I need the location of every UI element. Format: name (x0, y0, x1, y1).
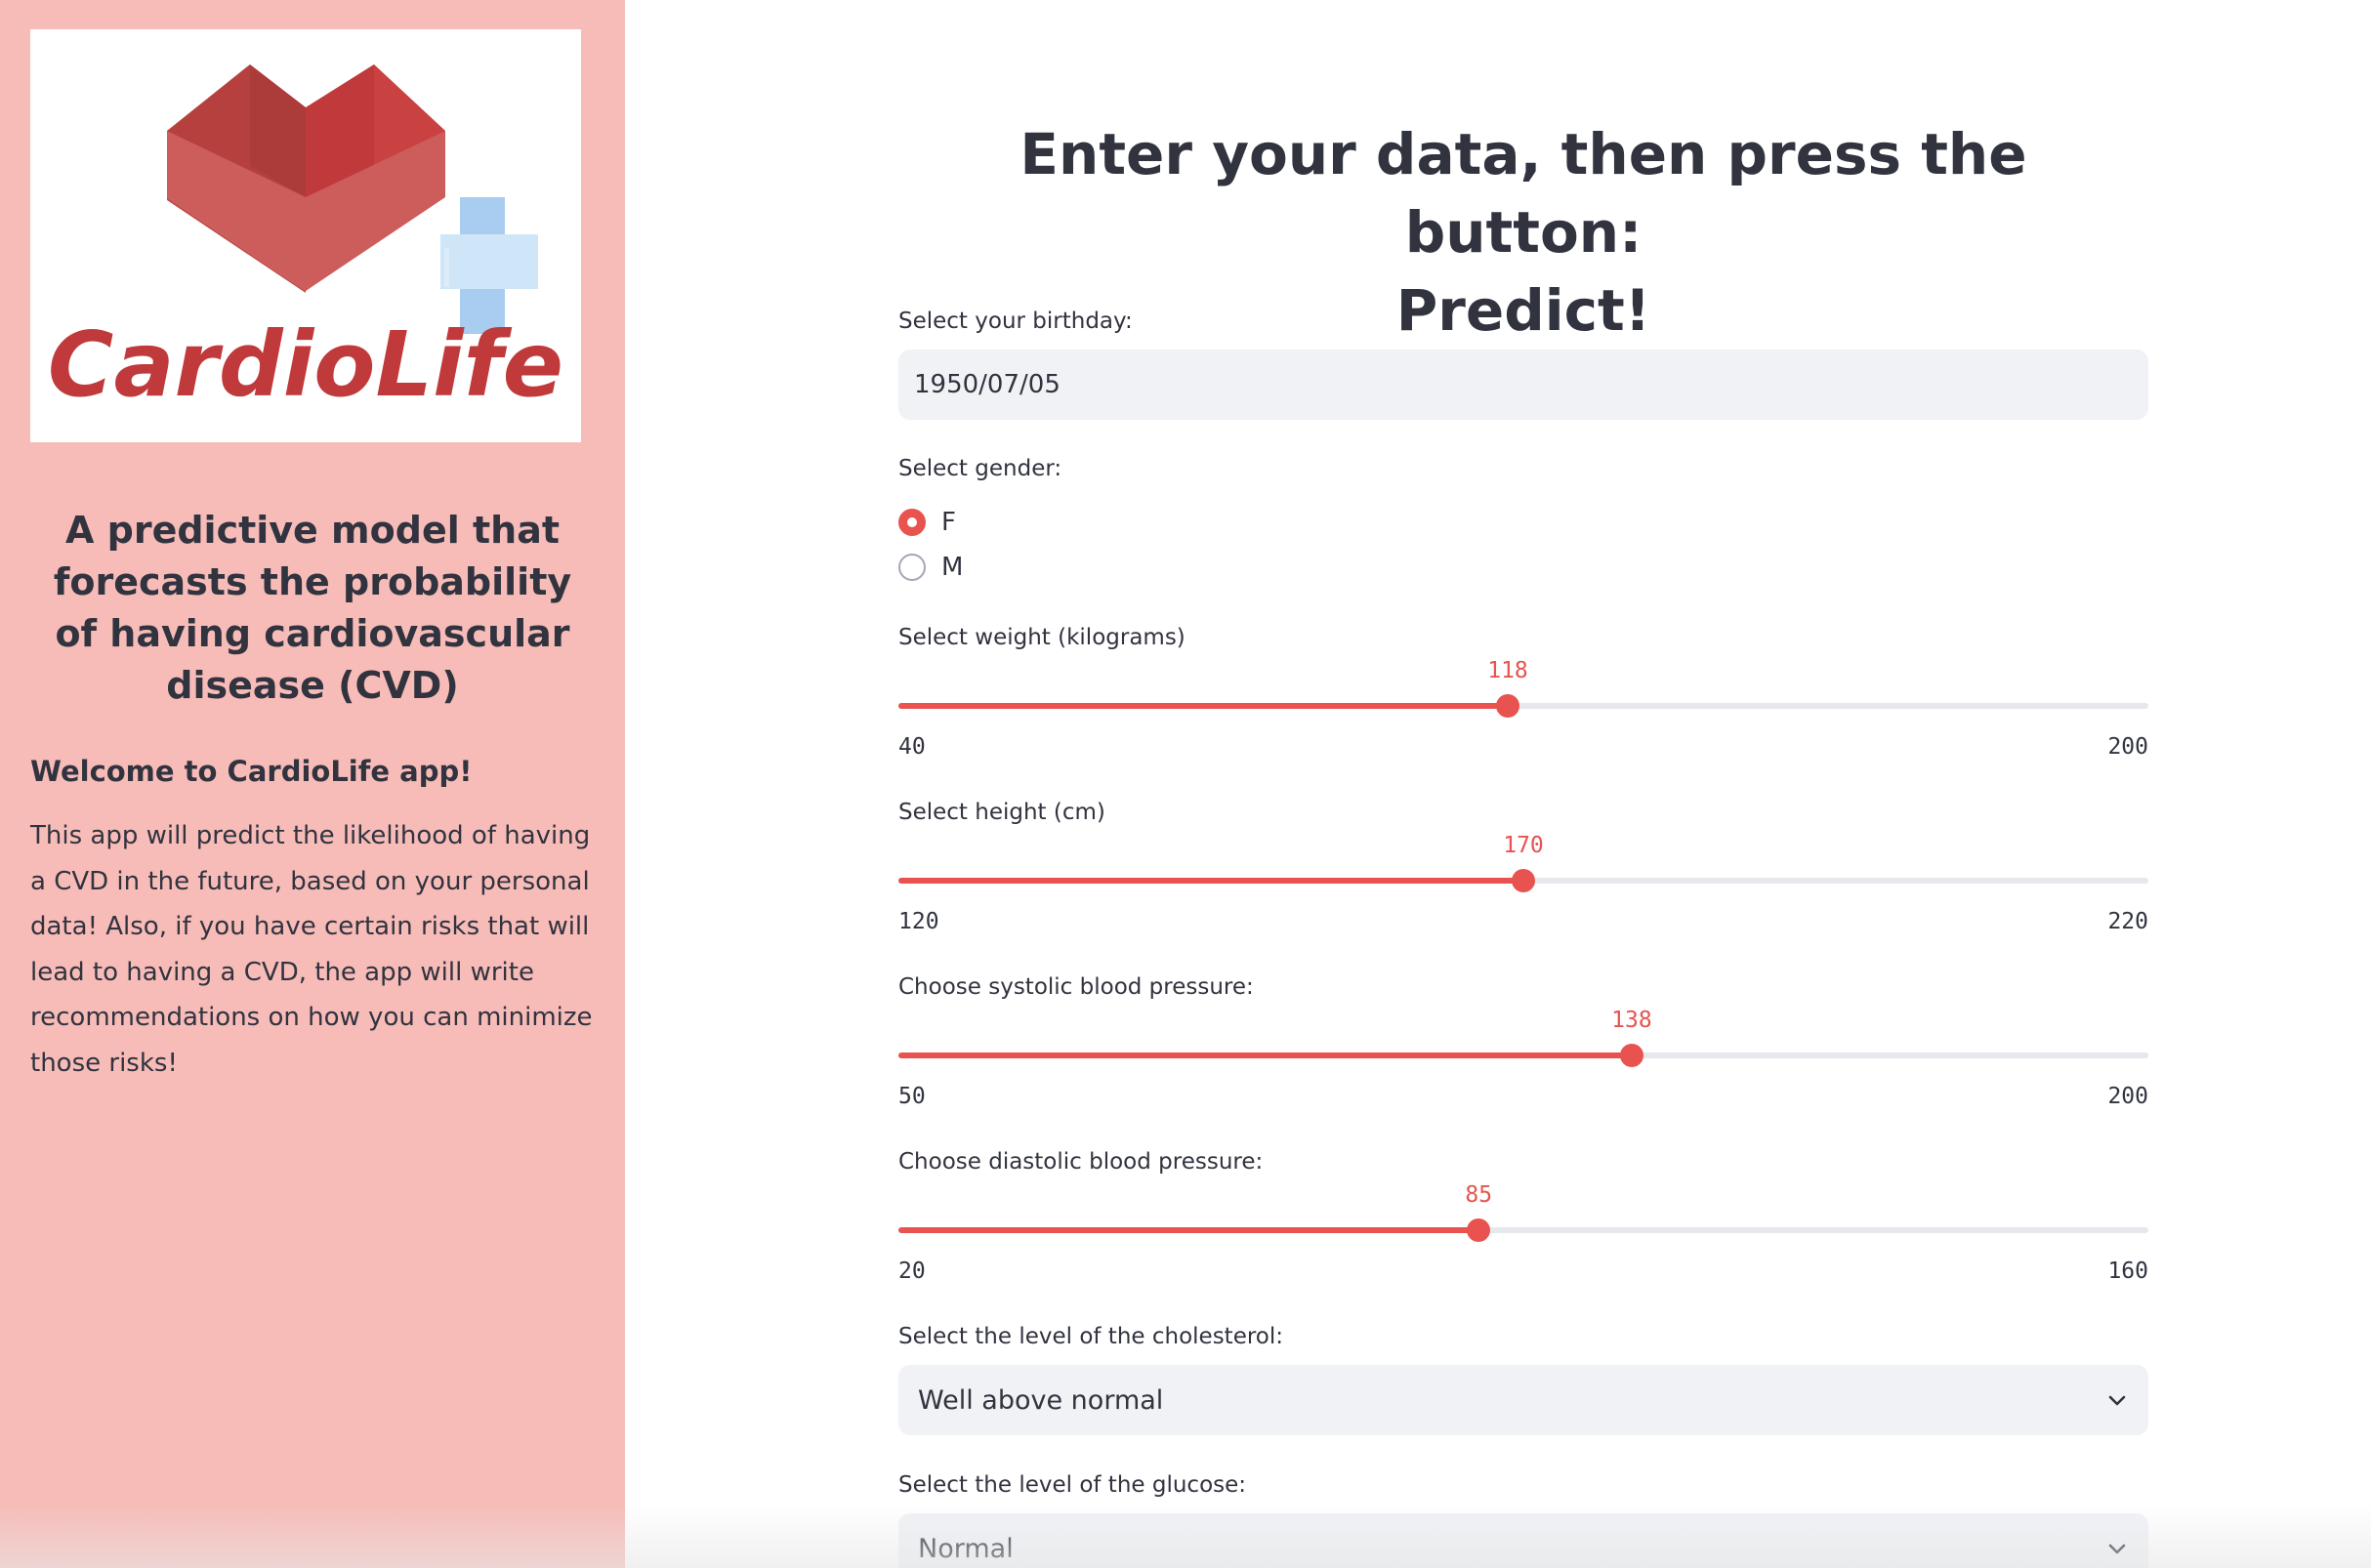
slider-max: 200 (2107, 734, 2148, 760)
slider-value: 118 (1487, 658, 1528, 683)
heart-logo-icon: CardioLife (48, 64, 563, 417)
app-description: This app will predict the likelihood of … (30, 821, 593, 1078)
gender-option-m-label: M (941, 553, 964, 582)
slider-min: 20 (898, 1259, 926, 1284)
radio-unselected-icon[interactable] (898, 554, 926, 581)
gender-label: Select gender: (898, 456, 1062, 481)
weight-slider[interactable]: 118 40 200 (898, 658, 2148, 765)
cholesterol-select[interactable]: Well above normal (898, 1365, 2148, 1435)
height-label: Select height (cm) (898, 800, 1105, 825)
glucose-label: Select the level of the glucose: (898, 1472, 1247, 1498)
slider-value: 85 (1465, 1182, 1493, 1208)
slider-fill (898, 878, 1523, 884)
slider-fill (898, 1052, 1632, 1058)
slider-fill (898, 703, 1508, 709)
birthday-date-input[interactable]: 1950/07/05 (898, 350, 2148, 420)
cholesterol-selected-value: Well above normal (918, 1384, 1164, 1416)
glucose-selected-value: Normal (918, 1533, 1014, 1564)
slider-max: 220 (2107, 909, 2148, 934)
slider-value: 170 (1503, 833, 1544, 858)
slider-min: 40 (898, 734, 926, 760)
slider-thumb[interactable] (1619, 1044, 1643, 1067)
svg-text:CardioLife: CardioLife (48, 312, 563, 417)
height-slider[interactable]: 170 120 220 (898, 833, 2148, 940)
slider-thumb[interactable] (1467, 1218, 1491, 1242)
systolic-slider[interactable]: 138 50 200 (898, 1008, 2148, 1115)
slider-fill (898, 1227, 1479, 1233)
page-title-line1: Enter your data, then press the button: (1019, 121, 2027, 266)
sidebar-title: A predictive model that forecasts the pr… (53, 509, 572, 707)
slider-min: 120 (898, 909, 939, 934)
cardiolife-logo: CardioLife (30, 29, 581, 442)
slider-thumb[interactable] (1496, 694, 1519, 718)
slider-min: 50 (898, 1084, 926, 1109)
weight-label: Select weight (kilograms) (898, 625, 1186, 650)
birthday-label: Select your birthday: (898, 309, 1133, 334)
welcome-heading: Welcome to CardioLife app! (30, 755, 473, 788)
cholesterol-label: Select the level of the cholesterol: (898, 1324, 1284, 1349)
chevron-down-icon[interactable] (2105, 1537, 2129, 1560)
systolic-label: Choose systolic blood pressure: (898, 974, 1254, 1000)
slider-thumb[interactable] (1512, 869, 1535, 892)
chevron-down-icon[interactable] (2105, 1388, 2129, 1412)
slider-max: 200 (2107, 1084, 2148, 1109)
gender-option-f-label: F (941, 508, 956, 537)
gender-option-f[interactable]: F (898, 508, 956, 537)
sidebar: CardioLife A predictive model that forec… (0, 0, 625, 1568)
radio-selected-icon[interactable] (898, 509, 926, 536)
gender-option-m[interactable]: M (898, 553, 963, 582)
glucose-select[interactable]: Normal (898, 1513, 2148, 1568)
slider-max: 160 (2107, 1259, 2148, 1284)
diastolic-slider[interactable]: 85 20 160 (898, 1182, 2148, 1290)
slider-value: 138 (1611, 1008, 1652, 1033)
diastolic-label: Choose diastolic blood pressure: (898, 1149, 1264, 1175)
